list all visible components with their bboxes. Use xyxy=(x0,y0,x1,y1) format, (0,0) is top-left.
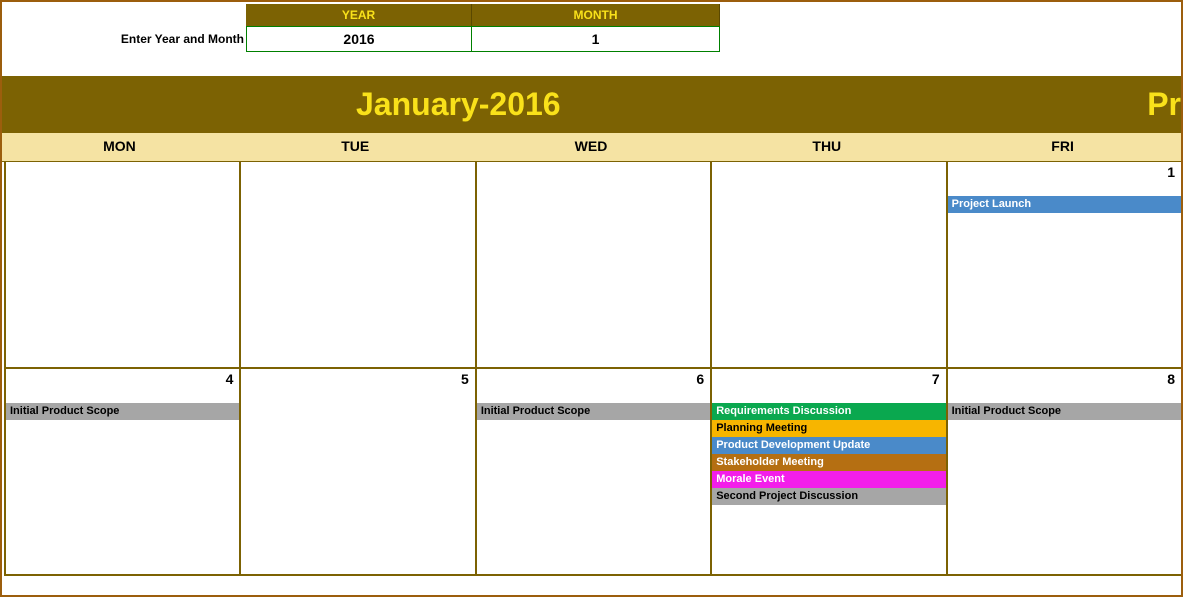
day-header-row: MON TUE WED THU FRI xyxy=(2,132,1181,162)
day-header-wed: WED xyxy=(474,133,710,161)
day-cell[interactable] xyxy=(4,162,239,369)
events: Requirements Discussion Planning Meeting… xyxy=(712,403,945,505)
title-right-clipped: Pr xyxy=(1147,86,1181,123)
day-number: 1 xyxy=(1167,164,1175,180)
input-value-row: 2016 1 xyxy=(246,26,720,52)
year-input[interactable]: 2016 xyxy=(246,26,472,52)
input-columns: YEAR MONTH 2016 1 xyxy=(246,4,720,52)
day-number: 7 xyxy=(932,371,940,387)
gap xyxy=(2,52,1181,76)
day-cell[interactable] xyxy=(239,162,474,369)
month-header: MONTH xyxy=(472,4,720,26)
day-number: 8 xyxy=(1167,371,1175,387)
title-bar: January-2016 Pr xyxy=(2,76,1181,132)
event-item[interactable]: Project Launch xyxy=(948,196,1181,213)
event-item[interactable]: Stakeholder Meeting xyxy=(712,454,945,471)
day-header-mon: MON xyxy=(2,133,238,161)
enter-year-month-label: Enter Year and Month xyxy=(121,32,244,52)
day-cell[interactable] xyxy=(475,162,710,369)
day-cell[interactable]: 6 Initial Product Scope xyxy=(475,369,710,576)
events: Project Launch xyxy=(948,196,1181,213)
year-header: YEAR xyxy=(246,4,472,26)
event-item[interactable]: Requirements Discussion xyxy=(712,403,945,420)
events: Initial Product Scope xyxy=(6,403,239,420)
day-cell[interactable]: 5 xyxy=(239,369,474,576)
event-item[interactable]: Initial Product Scope xyxy=(477,403,710,420)
input-label-wrap: Enter Year and Month xyxy=(2,4,246,52)
event-item[interactable]: Morale Event xyxy=(712,471,945,488)
event-item[interactable]: Second Project Discussion xyxy=(712,488,945,505)
day-number: 5 xyxy=(461,371,469,387)
events: Initial Product Scope xyxy=(948,403,1181,420)
day-header-thu: THU xyxy=(709,133,945,161)
day-cell[interactable]: 4 Initial Product Scope xyxy=(4,369,239,576)
day-cell[interactable]: 1 Project Launch xyxy=(946,162,1181,369)
event-item[interactable]: Initial Product Scope xyxy=(6,403,239,420)
day-header-fri: FRI xyxy=(945,133,1181,161)
input-header-row: YEAR MONTH xyxy=(246,4,720,26)
month-year-title: January-2016 xyxy=(356,86,561,123)
event-item[interactable]: Product Development Update xyxy=(712,437,945,454)
day-number: 4 xyxy=(226,371,234,387)
day-cell[interactable]: 7 Requirements Discussion Planning Meeti… xyxy=(710,369,945,576)
event-item[interactable]: Initial Product Scope xyxy=(948,403,1181,420)
input-row: Enter Year and Month YEAR MONTH 2016 1 xyxy=(2,2,1181,52)
events: Initial Product Scope xyxy=(477,403,710,420)
event-item[interactable]: Planning Meeting xyxy=(712,420,945,437)
day-cell[interactable]: 8 Initial Product Scope xyxy=(946,369,1181,576)
day-header-tue: TUE xyxy=(238,133,474,161)
week-row-1: 1 Project Launch xyxy=(2,162,1181,369)
month-input[interactable]: 1 xyxy=(472,26,720,52)
week-row-2: 4 Initial Product Scope 5 6 Initial Prod… xyxy=(2,369,1181,576)
day-number: 6 xyxy=(696,371,704,387)
day-cell[interactable] xyxy=(710,162,945,369)
